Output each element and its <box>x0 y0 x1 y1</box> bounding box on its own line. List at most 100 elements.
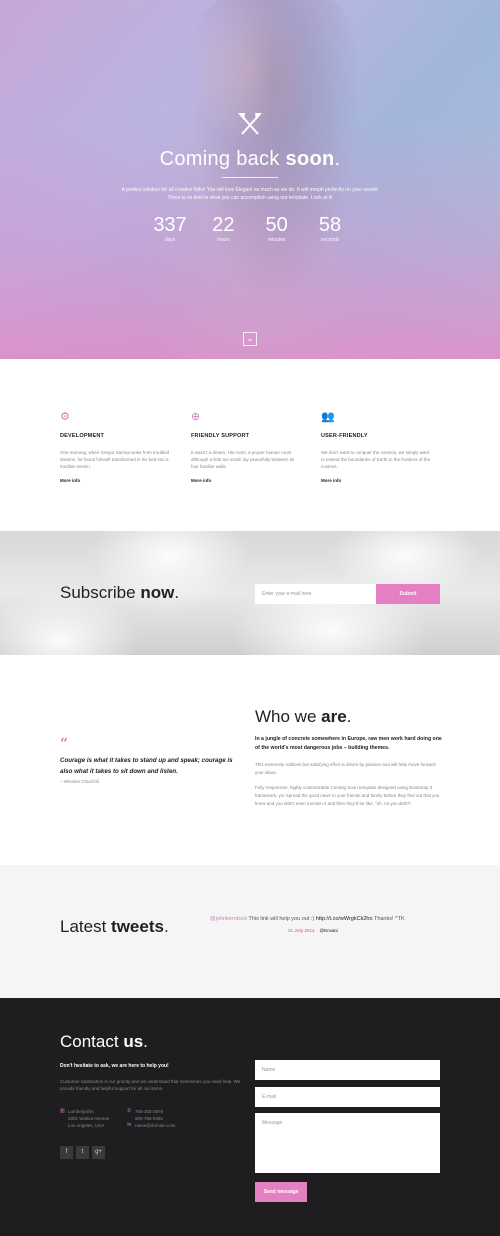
facebook-icon[interactable]: f <box>60 1146 73 1159</box>
contact-text: Customer satisfaction is our priority an… <box>60 1079 241 1091</box>
gears-icon: ⚙ <box>60 411 70 423</box>
users-icon: 👥 <box>321 411 335 423</box>
envelope-icon: ✉ <box>127 1122 132 1128</box>
tweet-date[interactable]: 21 July 2014 <box>288 928 315 933</box>
phone-icon: ✆ <box>127 1108 132 1114</box>
about-title-light: Who we <box>255 707 317 726</box>
contact-title-end: . <box>143 1032 148 1051</box>
feature-text: We don't want to conquer the cosmos, we … <box>321 450 431 469</box>
countdown-days-label: days <box>164 237 176 243</box>
hero-divider <box>222 177 278 178</box>
hero-section: Coming back soon. A perfect solution for… <box>0 0 500 359</box>
email-row: ✉ name@domain.com <box>127 1122 207 1129</box>
more-info-link[interactable]: More info <box>60 478 172 483</box>
twitter-icon[interactable]: t <box>76 1146 89 1159</box>
more-info-link[interactable]: More info <box>191 478 303 483</box>
countdown-seconds-value: 58 <box>318 214 342 236</box>
countdown-minutes-label: minutes <box>267 237 286 243</box>
countdown-days-value: 337 <box>153 214 187 236</box>
building-icon: ▥ <box>60 1108 65 1114</box>
about-lead: In a jungle of concrete somewhere in Eur… <box>255 736 442 751</box>
subscribe-email-input[interactable]: Enter your e-mail here <box>255 584 376 604</box>
about-section: “ Courage is what it takes to stand up a… <box>0 655 500 865</box>
countdown-days: 337 days <box>150 214 190 243</box>
contact-section: Contact us. Don't hesitate to ask, we ar… <box>0 998 500 1236</box>
about-title-bold: are <box>321 707 347 726</box>
tweet-via-link[interactable]: @Envato <box>320 928 339 933</box>
phone-row: ✆ 765-302-2878 900-765-9492 <box>127 1108 207 1122</box>
about-paragraph: Fully responsive, highly customizable Co… <box>255 785 440 806</box>
subscribe-section: Subscribe now. Enter your e-mail here Su… <box>0 531 500 655</box>
countdown-seconds: 58 seconds <box>310 214 350 243</box>
feature-text: It wasn't a dream. His room, a proper hu… <box>191 450 295 469</box>
about-title-end: . <box>346 707 352 726</box>
hero-title: Coming back soon. <box>0 148 500 171</box>
contact-lead: Don't hesitate to ask, we are here to he… <box>60 1063 169 1069</box>
crossed-axes-logo-icon <box>238 113 262 135</box>
feature-user-friendly: 👥 USER-FRIENDLY We don't want to conquer… <box>321 411 433 483</box>
tweet-meta: 21 July 2014 @Envato <box>288 928 338 933</box>
message-field[interactable]: Message <box>255 1113 440 1173</box>
phone-lines: 765-302-2878 900-765-9492 <box>135 1108 163 1122</box>
tweets-title-end: . <box>163 917 169 936</box>
countdown-seconds-label: seconds <box>320 237 340 243</box>
address-line: Lumberjacks <box>68 1109 94 1114</box>
address-line: 2801 Walnut Avenue <box>68 1116 110 1121</box>
tweet-body: This link will help you out :) <box>247 916 316 922</box>
address-line: Los Angeles, USA <box>68 1123 105 1128</box>
feature-title: FRIENDLY SUPPORT <box>191 433 250 439</box>
tweets-title-light: Latest <box>60 917 107 936</box>
countdown-minutes-value: 50 <box>265 214 288 236</box>
address-row: ▥ Lumberjacks 2801 Walnut Avenue Los Ang… <box>60 1108 130 1129</box>
name-field[interactable]: Name <box>255 1060 440 1080</box>
features-section: ⚙ DEVELOPMENT One morning, when Gregor S… <box>0 359 500 531</box>
hero-title-bold: soon <box>285 148 335 170</box>
tweet-text: @johnkerrduck This link will help you ou… <box>210 915 450 924</box>
hero-background-portrait <box>130 0 370 359</box>
contact-address: ▥ Lumberjacks 2801 Walnut Avenue Los Ang… <box>60 1108 130 1129</box>
subscribe-title: Subscribe now. <box>60 583 179 603</box>
tweet-url-link[interactable]: http://t.co/wWrgkCk2ho <box>316 916 373 922</box>
contact-phone-email: ✆ 765-302-2878 900-765-9492 ✉ name@domai… <box>127 1108 207 1129</box>
scroll-down-button[interactable]: ⌄ <box>243 332 257 346</box>
chevron-down-icon: ⌄ <box>246 334 254 343</box>
address-lines: Lumberjacks 2801 Walnut Avenue Los Angel… <box>68 1108 109 1129</box>
email-field[interactable]: E-mail <box>255 1087 440 1107</box>
countdown-minutes: 50 minutes <box>257 214 297 243</box>
countdown: 337 days 22 hours 50 minutes 58 seconds <box>150 214 350 243</box>
hero-title-end: . <box>334 148 341 170</box>
subscribe-title-light: Subscribe <box>60 583 136 602</box>
subscribe-submit-button[interactable]: Submit <box>376 584 440 604</box>
countdown-hours: 22 hours <box>203 214 243 243</box>
lifebuoy-icon: ⊕ <box>191 411 201 423</box>
contact-title-light: Contact <box>60 1032 119 1051</box>
contact-email-link[interactable]: name@domain.com <box>135 1122 175 1129</box>
tweets-section: Latest tweets. @johnkerrduck This link w… <box>0 865 500 998</box>
feature-development: ⚙ DEVELOPMENT One morning, when Gregor S… <box>60 411 172 483</box>
phone-number: 765-302-2878 <box>135 1109 164 1114</box>
hero-description: A perfect solution for all creative folk… <box>121 187 379 201</box>
countdown-hours-value: 22 <box>212 214 235 236</box>
tweet-user-link[interactable]: @johnkerrduck <box>210 916 247 922</box>
contact-title: Contact us. <box>60 1032 148 1052</box>
feature-friendly-support: ⊕ FRIENDLY SUPPORT It wasn't a dream. Hi… <box>191 411 303 483</box>
more-info-link[interactable]: More info <box>321 478 433 483</box>
feature-title: DEVELOPMENT <box>60 433 105 439</box>
about-paragraph: This extremely ruthless but satisfying e… <box>255 762 436 775</box>
tweets-title-bold: tweets <box>111 917 164 936</box>
feature-title: USER-FRIENDLY <box>321 433 368 439</box>
contact-title-bold: us <box>123 1032 144 1051</box>
social-links: f t g+ <box>60 1146 105 1159</box>
feature-text: One morning, when Gregor Samsa woke from… <box>60 450 170 469</box>
phone-number: 900-765-9492 <box>135 1116 164 1121</box>
quote-author: – Winston Churchill <box>60 779 99 784</box>
google-plus-icon[interactable]: g+ <box>92 1146 105 1159</box>
tweet-body-end: Thanks! ^TK <box>372 916 405 922</box>
quote-icon: “ <box>60 736 69 752</box>
countdown-hours-label: hours <box>217 237 230 243</box>
send-message-button[interactable]: Send message <box>255 1182 307 1202</box>
tweets-title: Latest tweets. <box>60 917 169 937</box>
hero-title-light: Coming back <box>159 148 280 170</box>
about-title: Who we are. <box>255 707 351 727</box>
subscribe-title-bold: now <box>140 583 175 602</box>
